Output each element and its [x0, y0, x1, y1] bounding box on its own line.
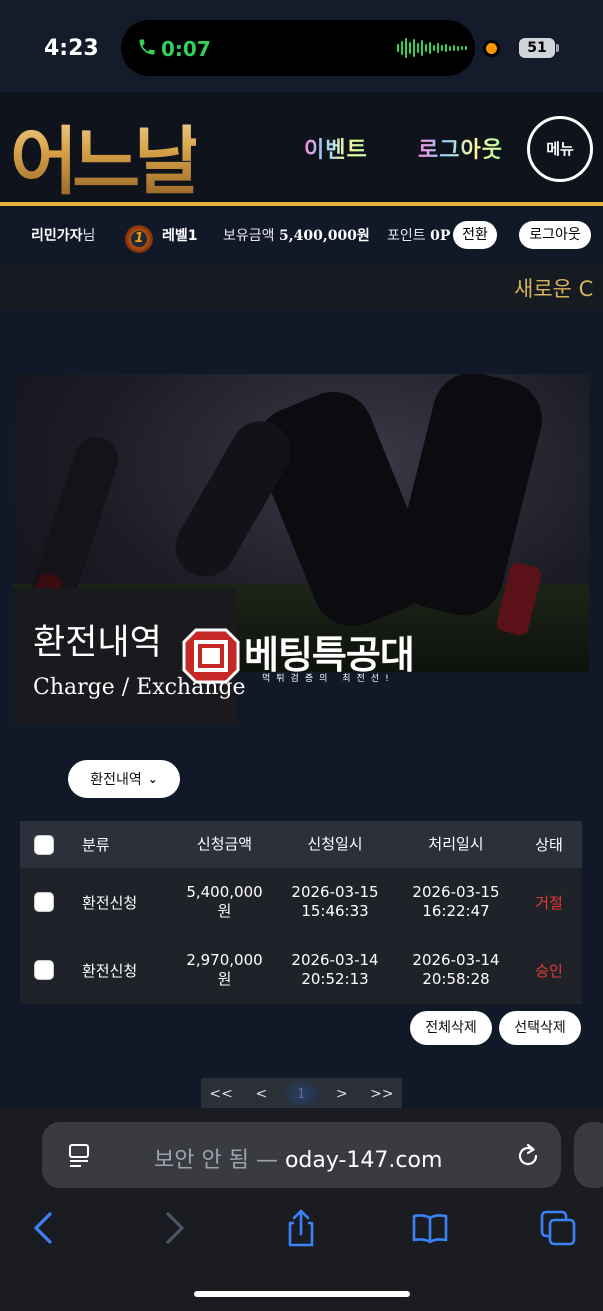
delete-all-button[interactable]: 전체삭제	[410, 1011, 492, 1045]
page-prev-button[interactable]: <	[241, 1086, 281, 1102]
dynamic-island[interactable]: 0:07	[121, 20, 475, 76]
row-request-time: 2026-03-14 20:52:13	[274, 951, 396, 989]
row-process-date: 2026-03-14	[412, 951, 500, 969]
points: 포인트 0P	[387, 225, 450, 245]
row-checkbox[interactable]	[34, 892, 54, 912]
page-last-button[interactable]: >>	[362, 1086, 402, 1102]
delete-selected-button[interactable]: 선택삭제	[499, 1011, 581, 1045]
reload-icon[interactable]	[514, 1142, 542, 1170]
row-status: 거절	[535, 893, 563, 912]
balance: 보유금액 5,400,000원	[223, 225, 370, 245]
user-level: 레벨1	[162, 225, 198, 245]
table-header-row: 분류 신청금액 신청일시 처리일시 상태	[20, 821, 582, 868]
audio-wave-icon	[397, 37, 467, 59]
back-icon[interactable]	[24, 1208, 64, 1248]
header-status: 상태	[535, 836, 563, 854]
row-process-clock: 16:22:47	[422, 902, 490, 920]
share-icon[interactable]	[281, 1208, 321, 1248]
user-level-value: 레벨1	[162, 228, 198, 244]
header-request-time: 신청일시	[307, 835, 363, 853]
points-value: 0P	[430, 228, 451, 244]
call-duration: 0:07	[161, 37, 211, 61]
username-suffix: 님	[82, 228, 96, 244]
row-amount: 5,400,000 원	[175, 883, 274, 921]
page-title: 환전내역	[33, 623, 162, 663]
table-row: 환전신청 2,970,000 원 2026-03-14 20:52:13 2026-…	[20, 936, 582, 1004]
url-domain: oday-147.com	[284, 1148, 443, 1173]
user-info-bar: 리민가자님 레벨1 보유금액 5,400,000원 포인트 0P	[0, 210, 603, 260]
bookmarks-icon[interactable]	[410, 1208, 450, 1248]
status-bar: 4:23 0:07 51	[0, 0, 603, 92]
logout-button[interactable]: 로그아웃	[519, 221, 591, 249]
row-amount: 2,970,000 원	[175, 951, 274, 989]
tabs-icon[interactable]	[538, 1208, 578, 1248]
mic-indicator-icon	[486, 43, 497, 54]
points-label: 포인트	[387, 228, 426, 244]
watermark-subtext: 먹튀검증의 최전선!	[262, 674, 395, 684]
convert-points-button[interactable]: 전환	[453, 221, 497, 249]
balance-label: 보유금액	[223, 228, 275, 244]
clock: 4:23	[44, 36, 99, 61]
table-row: 환전신청 5,400,000 원 2026-03-15 15:46:33 2026-…	[20, 868, 582, 936]
row-type: 환전신청	[82, 961, 138, 980]
site-logo[interactable]: 어느날	[10, 102, 202, 209]
nav-event-link[interactable]: 이벤트	[304, 132, 368, 164]
forward-icon[interactable]	[154, 1208, 194, 1248]
row-status: 승인	[535, 961, 563, 980]
row-amount-value: 5,400,000	[186, 883, 263, 901]
row-process-date: 2026-03-15	[412, 883, 500, 901]
history-type-select[interactable]: 환전내역 ⌄	[68, 760, 180, 798]
row-process-time: 2026-03-15 16:22:47	[396, 883, 516, 921]
row-checkbox[interactable]	[34, 960, 54, 980]
row-type: 환전신청	[82, 893, 138, 912]
level-badge-icon: 1	[125, 225, 153, 253]
row-process-clock: 20:58:28	[422, 970, 490, 988]
history-type-selected: 환전내역	[90, 772, 142, 788]
notice-ticker: 새로운 C	[0, 263, 603, 309]
row-amount-unit: 원	[217, 902, 232, 920]
page-next-button[interactable]: >	[322, 1086, 362, 1102]
username-value: 리민가자	[31, 228, 83, 244]
select-all-cell	[20, 834, 68, 855]
row-select-cell	[20, 960, 68, 980]
row-amount-unit: 원	[217, 970, 232, 988]
watermark-logo-icon	[182, 628, 240, 684]
battery-icon: 51	[519, 38, 559, 58]
nav-logout-link[interactable]: 로그아웃	[418, 132, 503, 164]
username: 리민가자님	[31, 225, 95, 245]
row-process-time: 2026-03-14 20:58:28	[396, 951, 516, 989]
header-process-time: 처리일시	[428, 835, 484, 853]
menu-button[interactable]: 메뉴	[527, 116, 593, 182]
row-request-clock: 15:46:33	[301, 902, 369, 920]
header-type: 분류	[82, 836, 110, 854]
row-request-clock: 20:52:13	[301, 970, 369, 988]
pagination: << < 1 > >>	[201, 1078, 402, 1110]
phone-icon	[139, 39, 155, 55]
row-amount-value: 2,970,000	[186, 951, 263, 969]
row-request-time: 2026-03-15 15:46:33	[274, 883, 396, 921]
page-first-button[interactable]: <<	[201, 1086, 241, 1102]
page-menu-icon[interactable]	[67, 1142, 93, 1168]
exchange-history-table: 분류 신청금액 신청일시 처리일시 상태 환전신청 5,400,000 원 202…	[20, 821, 582, 1004]
chevron-down-icon: ⌄	[147, 772, 158, 786]
site-header: 어느날 이벤트 로그아웃 메뉴	[0, 92, 603, 206]
adjacent-tab-preview[interactable]	[574, 1122, 603, 1188]
ticker-text: 새로운 C	[514, 277, 594, 301]
home-indicator[interactable]	[194, 1291, 410, 1297]
page-current[interactable]: 1	[281, 1078, 322, 1110]
balance-value: 5,400,000원	[278, 228, 370, 244]
row-request-date: 2026-03-14	[291, 951, 379, 969]
row-select-cell	[20, 892, 68, 912]
row-request-date: 2026-03-15	[291, 883, 379, 901]
header-amount: 신청금액	[196, 835, 253, 853]
insecure-label: 보안 안 됨 —	[154, 1148, 278, 1173]
url-display[interactable]: 보안 안 됨 — oday-147.com	[154, 1142, 442, 1174]
select-all-checkbox[interactable]	[34, 834, 54, 855]
